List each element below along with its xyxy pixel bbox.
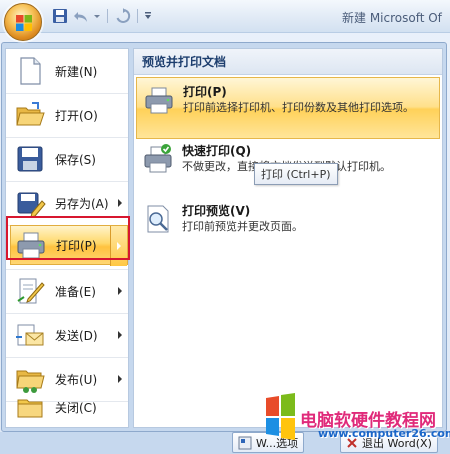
chevron-right-icon <box>117 331 122 339</box>
menu-divider <box>6 357 128 358</box>
submenu-item-print-preview[interactable]: 打印预览(V) 打印前预览并更改页面。 <box>136 197 440 249</box>
submenu-item-description: 打印前预览并更改页面。 <box>182 220 303 233</box>
menu-divider <box>6 137 128 138</box>
print-shortcut-tooltip: 打印 (Ctrl+P) <box>254 163 338 185</box>
open-folder-icon <box>16 102 45 126</box>
menu-item-open[interactable]: 打开(O) <box>10 95 128 135</box>
menu-item-print[interactable]: 打印(P) <box>10 225 128 266</box>
undo-dropdown-icon[interactable] <box>92 7 102 26</box>
submenu-item-title: 打印(P) <box>183 85 227 99</box>
quick-print-icon <box>144 144 172 173</box>
menu-item-close[interactable]: 关闭(C) <box>10 387 128 427</box>
close-folder-icon <box>17 399 43 418</box>
menu-divider <box>6 313 128 314</box>
menu-item-send[interactable]: 发送(D) <box>10 315 128 355</box>
menu-item-label: 关闭(C) <box>55 400 97 415</box>
menu-commands-pane: 新建(N) 打开(O) 保存(S) 另存为(A) 打印(P) 准备(E) 发送(… <box>5 48 129 428</box>
save-disk-icon <box>17 146 43 172</box>
chevron-right-icon <box>117 199 122 207</box>
menu-divider <box>6 181 128 182</box>
submenu-arrow[interactable] <box>111 271 128 311</box>
submenu-item-print[interactable]: 打印(P) 打印前选择打印机、打印份数及其他打印选项。 <box>136 77 440 139</box>
window-title: 新建 Microsoft Of <box>342 11 442 25</box>
menu-item-save-as[interactable]: 另存为(A) <box>10 183 128 223</box>
watermark-url: www.computer26.com <box>318 427 450 440</box>
application-menu: 新建(N) 打开(O) 保存(S) 另存为(A) 打印(P) 准备(E) 发送(… <box>1 42 447 432</box>
printer-icon <box>145 87 173 114</box>
menu-item-label: 打印(P) <box>56 238 97 253</box>
save-as-icon <box>17 192 46 218</box>
menu-item-new[interactable]: 新建(N) <box>10 51 128 91</box>
windows-flag-logo <box>266 393 295 440</box>
menu-item-label: 发布(U) <box>55 372 98 387</box>
submenu-header: 预览并打印文档 <box>134 49 442 75</box>
menu-item-label: 准备(E) <box>55 284 96 299</box>
print-preview-icon <box>147 205 169 233</box>
prepare-icon <box>17 278 45 304</box>
menu-item-save[interactable]: 保存(S) <box>10 139 128 179</box>
chevron-right-icon <box>117 375 122 383</box>
submenu-arrow[interactable] <box>111 315 128 355</box>
send-icon <box>16 324 44 346</box>
title-bar: 新建 Microsoft Of <box>0 0 450 33</box>
submenu-item-title: 快速打印(Q) <box>182 144 252 158</box>
menu-divider <box>6 93 128 94</box>
toolbar-divider <box>107 9 108 23</box>
print-submenu-pane: 预览并打印文档 打印(P) 打印前选择打印机、打印份数及其他打印选项。 快速打印… <box>133 48 443 428</box>
quick-access-toolbar <box>50 6 153 26</box>
chevron-right-icon <box>117 242 121 250</box>
customize-icon[interactable] <box>143 7 153 26</box>
menu-item-label: 另存为(A) <box>55 196 109 211</box>
submenu-item-description: 打印前选择打印机、打印份数及其他打印选项。 <box>183 101 414 114</box>
menu-divider <box>6 269 128 270</box>
chevron-right-icon <box>117 287 122 295</box>
undo-icon[interactable] <box>71 7 90 26</box>
save-icon[interactable] <box>50 7 69 26</box>
options-icon <box>238 436 252 449</box>
printer-icon <box>17 232 45 259</box>
menu-item-label: 打开(O) <box>55 108 98 123</box>
menu-item-label: 发送(D) <box>55 328 98 343</box>
submenu-arrow[interactable] <box>111 183 128 223</box>
menu-item-label: 新建(N) <box>55 64 98 79</box>
submenu-item-title: 打印预览(V) <box>182 204 251 218</box>
new-document-icon <box>20 57 41 85</box>
menu-item-prepare[interactable]: 准备(E) <box>10 271 128 311</box>
office-button[interactable] <box>4 3 42 41</box>
submenu-arrow[interactable] <box>110 226 127 266</box>
redo-icon[interactable] <box>113 7 132 26</box>
office-logo-icon <box>16 15 32 31</box>
menu-item-label: 保存(S) <box>55 152 96 167</box>
toolbar-divider <box>137 9 138 23</box>
